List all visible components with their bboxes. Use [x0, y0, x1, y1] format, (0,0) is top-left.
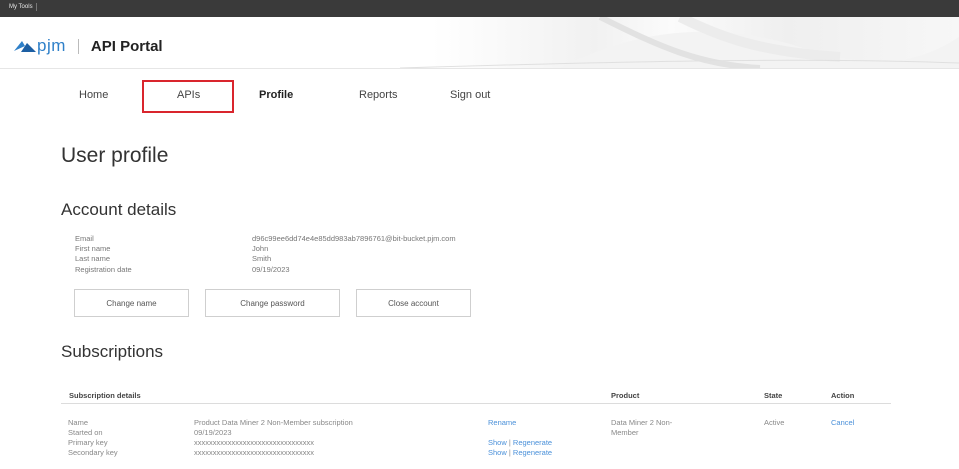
- account-details-heading: Account details: [61, 200, 177, 219]
- my-tools-tab[interactable]: My Tools: [6, 3, 37, 11]
- regenerate-primary-key-link[interactable]: Regenerate: [513, 438, 552, 447]
- logo-divider: [77, 38, 79, 54]
- change-name-button[interactable]: Change name: [74, 289, 189, 317]
- pjm-logo-icon: [14, 40, 36, 52]
- nav-reports[interactable]: Reports: [359, 89, 398, 101]
- product-name-line1: Data Miner 2 Non-: [611, 418, 673, 427]
- cancel-link[interactable]: Cancel: [831, 418, 854, 427]
- link-separator: |: [508, 448, 511, 457]
- primary-key-label: Primary key: [68, 438, 108, 447]
- apis-highlight-box: [142, 80, 234, 113]
- link-separator: |: [508, 438, 511, 447]
- secondary-key-value: xxxxxxxxxxxxxxxxxxxxxxxxxxxxxxxx: [194, 448, 314, 457]
- logo-text: pjm: [37, 36, 66, 55]
- first-name-value: John: [252, 244, 269, 253]
- portal-title: API Portal: [90, 37, 163, 55]
- email-value: d96c99ee6dd74e4e85dd983ab7896761@bit-buc…: [252, 234, 456, 243]
- col-subscription-details: Subscription details: [69, 391, 141, 400]
- page-title: User profile: [61, 144, 169, 167]
- subscription-name: Product Data Miner 2 Non-Member subscrip…: [194, 418, 353, 427]
- email-label: Email: [75, 234, 94, 243]
- show-secondary-key-link[interactable]: Show: [488, 448, 507, 457]
- subscriptions-heading: Subscriptions: [61, 342, 164, 361]
- registration-date-label: Registration date: [75, 265, 132, 274]
- secondary-key-actions: Show | Regenerate: [488, 448, 552, 457]
- close-account-button[interactable]: Close account: [356, 289, 471, 317]
- product-name-line2: Member: [611, 428, 639, 437]
- show-primary-key-link[interactable]: Show: [488, 438, 507, 447]
- secondary-key-label: Secondary key: [68, 448, 118, 457]
- regenerate-secondary-key-link[interactable]: Regenerate: [513, 448, 552, 457]
- change-password-button[interactable]: Change password: [205, 289, 340, 317]
- nav-home[interactable]: Home: [79, 89, 108, 101]
- primary-key-actions: Show | Regenerate: [488, 438, 552, 447]
- col-product: Product: [611, 391, 640, 400]
- pjm-logo[interactable]: pjm API Portal: [14, 36, 163, 56]
- last-name-value: Smith: [252, 254, 272, 263]
- site-header: pjm API Portal: [0, 17, 959, 69]
- started-on-value: 09/19/2023: [194, 428, 232, 437]
- nav-sign-out[interactable]: Sign out: [450, 89, 490, 101]
- last-name-label: Last name: [75, 254, 111, 263]
- started-on-label: Started on: [68, 428, 103, 437]
- name-label: Name: [68, 418, 89, 427]
- primary-key-value: xxxxxxxxxxxxxxxxxxxxxxxxxxxxxxxx: [194, 438, 314, 447]
- col-action: Action: [831, 391, 855, 400]
- rename-link[interactable]: Rename: [488, 418, 516, 427]
- top-toolbar: My Tools: [0, 0, 959, 17]
- state-value: Active: [764, 418, 785, 427]
- col-state: State: [764, 391, 783, 400]
- registration-date-value: 09/19/2023: [252, 265, 290, 274]
- first-name-label: First name: [75, 244, 111, 253]
- nav-profile[interactable]: Profile: [259, 89, 293, 101]
- subscriptions-table-header: Subscription details Product State Actio…: [61, 386, 891, 404]
